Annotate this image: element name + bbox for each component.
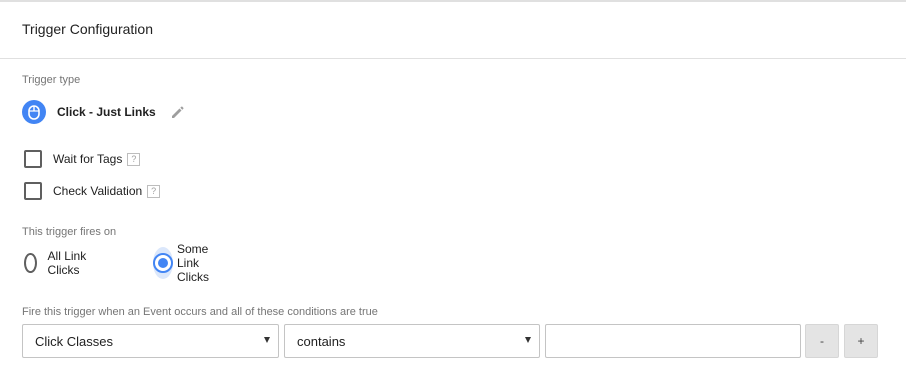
- variable-select-value: Click Classes: [35, 333, 114, 349]
- radio-checked-icon: [153, 253, 173, 273]
- radio-focus-halo: [153, 247, 173, 279]
- dropdown-arrow-icon: [264, 337, 270, 343]
- wait-for-tags-option: Wait for Tags ?: [24, 149, 141, 169]
- check-validation-checkbox[interactable]: [24, 182, 42, 200]
- trigger-configuration-card: Trigger Configuration Trigger type Click…: [0, 0, 906, 373]
- wait-for-tags-checkbox[interactable]: [24, 150, 42, 168]
- card-header: Trigger Configuration: [0, 2, 906, 59]
- operator-select-value: contains: [297, 333, 346, 349]
- all-link-clicks-radio[interactable]: All Link Clicks: [24, 247, 87, 279]
- trigger-type-selector[interactable]: Click - Just Links: [22, 99, 186, 125]
- trigger-type-name: Click - Just Links: [57, 105, 156, 119]
- all-link-clicks-label: All Link Clicks: [47, 249, 87, 277]
- help-icon[interactable]: ?: [147, 184, 161, 198]
- remove-condition-button[interactable]: -: [805, 324, 839, 358]
- radio-unchecked-icon: [24, 253, 37, 273]
- conditions-label: Fire this trigger when an Event occurs a…: [22, 306, 378, 318]
- some-link-clicks-label: Some Link Clicks: [177, 242, 209, 284]
- help-icon[interactable]: ?: [127, 152, 141, 166]
- card-title: Trigger Configuration: [22, 21, 153, 37]
- wait-for-tags-label: Wait for Tags: [53, 152, 123, 166]
- check-validation-option: Check Validation ?: [24, 181, 161, 201]
- fires-on-label: This trigger fires on: [22, 226, 117, 238]
- dropdown-arrow-icon: [525, 337, 531, 343]
- condition-value-input[interactable]: [545, 324, 801, 358]
- operator-select[interactable]: contains: [284, 324, 540, 358]
- trigger-type-label: Trigger type: [22, 74, 81, 86]
- some-link-clicks-radio[interactable]: Some Link Clicks: [153, 242, 221, 284]
- variable-select[interactable]: Click Classes: [22, 324, 279, 358]
- pencil-icon[interactable]: [170, 104, 186, 120]
- add-condition-button[interactable]: +: [844, 324, 878, 358]
- check-validation-label: Check Validation: [53, 184, 143, 198]
- mouse-icon: [22, 100, 46, 124]
